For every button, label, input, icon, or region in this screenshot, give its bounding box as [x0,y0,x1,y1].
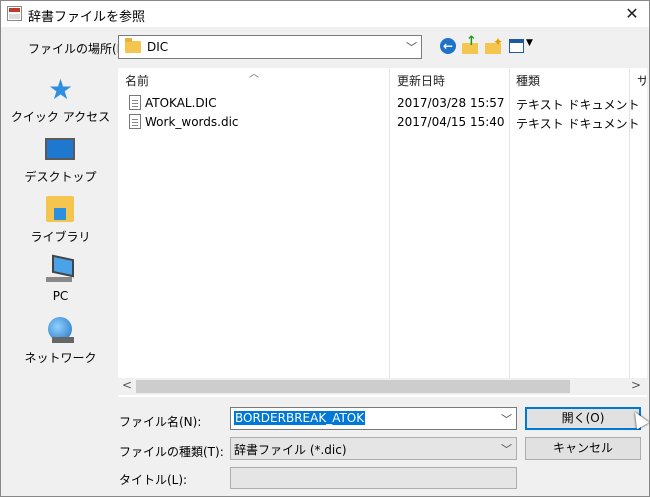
window-title: 辞書ファイルを参照 [28,10,146,25]
folder-icon [125,38,141,53]
place-label: ライブラリ [30,230,91,244]
filetype-value: 辞書ファイル (*.dic) [234,443,347,457]
title-input[interactable] [230,467,517,489]
place-label: クイック アクセス [10,110,111,124]
new-folder-icon[interactable]: ✦ [484,36,504,56]
cancel-button[interactable]: キャンセル [525,437,641,460]
place-libraries[interactable]: ライブラリ [8,190,113,248]
scrollbar-thumb[interactable] [136,380,570,393]
chevron-down-icon[interactable]: ﹀ [501,441,512,457]
column-header-type[interactable]: 種類 [516,72,540,89]
open-button[interactable]: 開く(O) [525,407,641,430]
file-type: テキスト ドキュメント [516,117,640,131]
close-button[interactable]: ✕ [621,3,643,25]
place-label: デスクトップ [24,170,97,184]
file-row[interactable]: Work_words.dic 2017/04/15 15:40 テキスト ドキュ… [119,112,646,131]
sort-ascending-icon: ︿ [249,69,259,80]
file-row[interactable]: ATOKAL.DIC 2017/03/28 15:57 テキスト ドキュメント [119,93,646,112]
view-menu-icon[interactable]: ▼ [508,36,534,56]
text-file-icon [129,114,141,129]
filename-value: BORDERBREAK_ATOK [234,411,366,425]
filename-input[interactable]: BORDERBREAK_ATOK ﹀ [230,407,517,430]
text-file-icon [129,95,141,110]
dialog-app-icon [7,6,22,21]
location-label: ファイルの場所(I): [28,42,129,56]
place-pc[interactable]: PC [8,251,113,309]
horizontal-scrollbar[interactable]: < > [118,378,647,395]
chevron-down-icon[interactable]: ﹀ [501,411,512,427]
libraries-icon [46,196,74,222]
places-bar: ★ クイック アクセス デスクトップ ライブラリ PC ネットワーク [8,68,113,465]
column-header-size[interactable]: サ [637,72,646,89]
quick-access-star-icon: ★ [48,73,74,106]
scroll-left-icon[interactable]: < [122,378,132,392]
location-combobox[interactable]: DIC ﹀ [118,35,422,59]
filename-label: ファイル名(N): [119,415,202,429]
filetype-label: ファイルの種類(T): [119,445,224,459]
file-date: 2017/04/15 15:40 [397,115,505,129]
place-label: ネットワーク [24,351,97,365]
place-network[interactable]: ネットワーク [8,311,113,369]
up-folder-icon[interactable]: ↑ [461,35,481,56]
chevron-down-icon[interactable]: ﹀ [406,39,417,55]
pc-icon [52,254,74,278]
file-name: Work_words.dic [145,115,239,129]
file-type: テキスト ドキュメント [516,98,640,112]
place-label: PC [52,289,69,303]
column-header-date[interactable]: 更新日時 [397,72,445,89]
place-quick-access[interactable]: ★ クイック アクセス [8,70,113,128]
title-field-label: タイトル(L): [119,473,188,487]
file-list[interactable]: ︿ 名前 更新日時 種類 サ ATOKAL.DIC 2017/03/28 15:… [118,68,647,397]
back-icon[interactable]: ← [438,36,458,56]
location-value: DIC [147,40,169,54]
file-date: 2017/03/28 15:57 [397,96,505,110]
place-desktop[interactable]: デスクトップ [8,130,113,188]
column-header-name[interactable]: 名前 [125,72,149,89]
scroll-right-icon[interactable]: > [631,378,641,392]
title-bar: 辞書ファイルを参照 ✕ [1,1,649,27]
desktop-icon [45,138,75,160]
file-name: ATOKAL.DIC [145,96,217,110]
filetype-select[interactable]: 辞書ファイル (*.dic) ﹀ [230,437,517,460]
file-open-dialog: 辞書ファイルを参照 ✕ ファイルの場所(I): DIC ﹀ ← ↑ ✦ ▼ ★ … [0,0,650,497]
